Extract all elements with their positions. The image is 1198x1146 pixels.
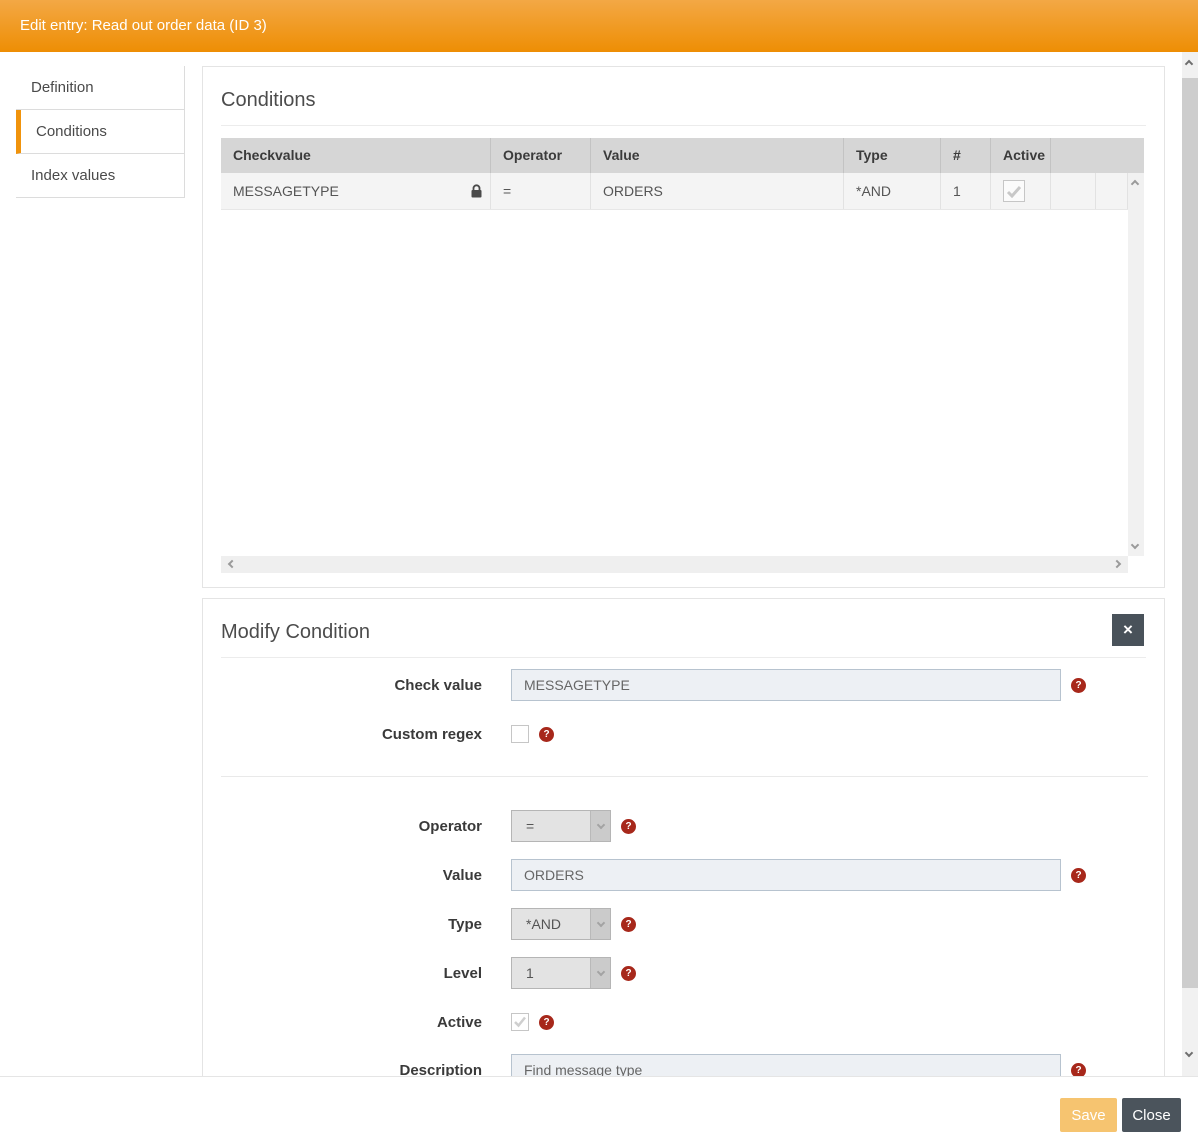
scroll-right-icon[interactable] [1113,560,1121,568]
conditions-table-header: Checkvalue Operator Value Type # Active [221,138,1144,173]
check-value-help-icon[interactable]: ? [1071,678,1086,693]
modify-condition-title: Modify Condition [221,599,1146,658]
column-header-checkvalue[interactable]: Checkvalue [221,138,491,173]
active-label: Active [221,1014,511,1031]
scrollbar-thumb[interactable] [1182,78,1198,988]
level-row: Level 1 ? [221,957,636,989]
scroll-up-icon[interactable] [1185,60,1193,68]
cell-value: ORDERS [591,173,844,209]
close-icon: × [1123,620,1133,640]
custom-regex-checkbox[interactable] [511,725,529,743]
level-label: Level [221,965,511,982]
modal-body: Definition Conditions Index values Condi… [0,52,1182,1076]
save-button[interactable]: Save [1060,1098,1117,1132]
scroll-up-icon[interactable] [1131,180,1139,188]
cell-checkvalue: MESSAGETYPE [221,173,491,209]
conditions-panel: Conditions Checkvalue Operator Value Typ… [202,66,1165,588]
chevron-down-icon [590,958,610,988]
modal-vertical-scrollbar[interactable] [1182,52,1198,1076]
value-row: Value ? [221,859,1086,891]
level-select[interactable]: 1 [511,957,611,989]
check-value-input[interactable] [511,669,1061,701]
edit-entry-modal: Edit entry: Read out order data (ID 3) D… [0,0,1198,1146]
cell-checkvalue-text: MESSAGETYPE [233,183,339,199]
modal-title: Edit entry: Read out order data (ID 3) [20,17,267,34]
custom-regex-help-icon[interactable]: ? [539,727,554,742]
active-help-icon[interactable]: ? [539,1015,554,1030]
operator-select-value: = [526,818,534,834]
form-divider [221,776,1148,777]
lock-icon [470,184,483,198]
description-input[interactable] [511,1054,1061,1076]
scroll-down-icon[interactable] [1185,1049,1193,1057]
description-row: Description ? [221,1054,1086,1076]
operator-row: Operator = ? [221,810,636,842]
sidebar-item-index-values[interactable]: Index values [16,154,184,198]
cell-number: 1 [941,173,991,209]
scroll-down-icon[interactable] [1131,541,1139,549]
chevron-down-icon [590,811,610,841]
modal-titlebar: Edit entry: Read out order data (ID 3) [0,0,1198,52]
sidebar-tabs: Definition Conditions Index values [16,66,185,198]
operator-label: Operator [221,818,511,835]
row-active-checkbox[interactable] [1003,180,1025,202]
level-select-value: 1 [526,965,534,981]
column-header-type[interactable]: Type [844,138,941,173]
custom-regex-row: Custom regex ? [221,718,554,750]
table-horizontal-scrollbar[interactable] [221,556,1128,573]
chevron-down-icon [590,909,610,939]
column-header-active[interactable]: Active [991,138,1051,173]
check-value-label: Check value [221,677,511,694]
description-help-icon[interactable]: ? [1071,1063,1086,1077]
table-vertical-scrollbar[interactable] [1128,173,1144,556]
column-header-number[interactable]: # [941,138,991,173]
custom-regex-label: Custom regex [221,726,511,743]
conditions-table: Checkvalue Operator Value Type # Active … [221,138,1144,210]
sidebar-item-conditions[interactable]: Conditions [16,110,184,154]
type-help-icon[interactable]: ? [621,917,636,932]
operator-select[interactable]: = [511,810,611,842]
type-row: Type *AND ? [221,908,636,940]
value-input[interactable] [511,859,1061,891]
cell-operator: = [491,173,591,209]
cell-empty-2 [1096,173,1128,209]
active-row: Active ? [221,1006,554,1038]
description-label: Description [221,1062,511,1077]
value-label: Value [221,867,511,884]
column-header-operator[interactable]: Operator [491,138,591,173]
close-button[interactable]: Close [1122,1098,1181,1132]
cell-active [991,173,1051,209]
level-help-icon[interactable]: ? [621,966,636,981]
conditions-panel-title: Conditions [221,67,1146,126]
cell-empty-1 [1051,173,1096,209]
column-header-value[interactable]: Value [591,138,844,173]
sidebar-item-definition[interactable]: Definition [16,66,184,110]
check-value-row: Check value ? [221,669,1086,701]
active-checkbox[interactable] [511,1013,529,1031]
close-panel-button[interactable]: × [1112,614,1144,646]
type-select-value: *AND [526,916,561,932]
scroll-left-icon[interactable] [228,560,236,568]
cell-type: *AND [844,173,941,209]
type-label: Type [221,916,511,933]
table-row[interactable]: MESSAGETYPE = ORDERS *AND 1 [221,173,1144,210]
column-header-spacer [1051,138,1144,173]
operator-help-icon[interactable]: ? [621,819,636,834]
type-select[interactable]: *AND [511,908,611,940]
modal-footer: Save Close [0,1076,1198,1146]
value-help-icon[interactable]: ? [1071,868,1086,883]
modify-condition-panel: Modify Condition × Check value ? Custom … [202,598,1165,1076]
